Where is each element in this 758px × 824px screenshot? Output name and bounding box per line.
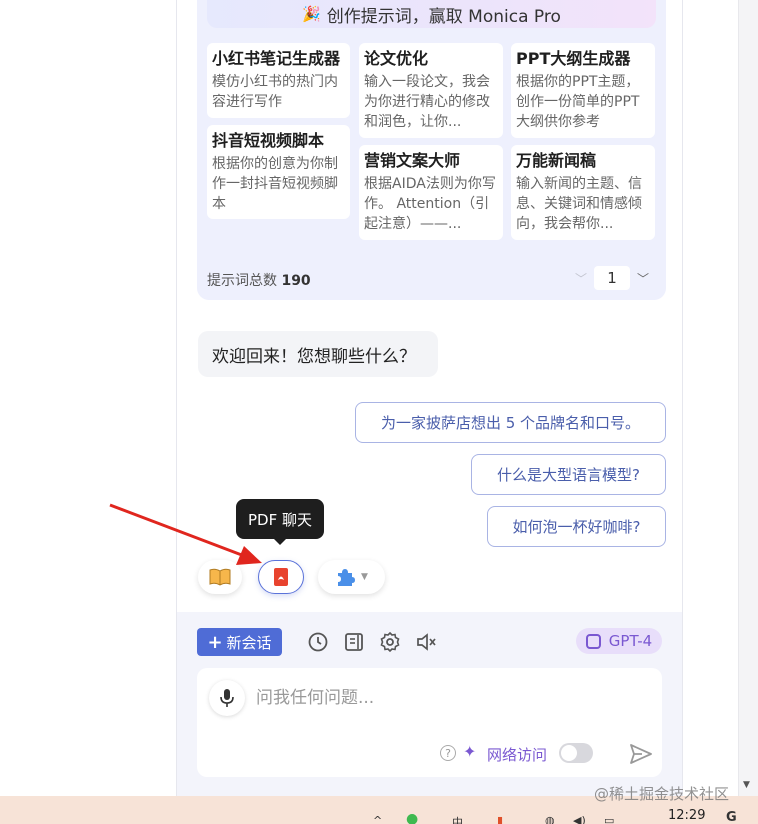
- web-access-toggle[interactable]: [559, 743, 593, 763]
- pdf-chat-button[interactable]: [258, 560, 304, 594]
- plugins-button[interactable]: ▼: [318, 560, 385, 594]
- book-icon: [209, 568, 231, 586]
- clock: 12:29: [668, 808, 706, 823]
- scroll-down-icon[interactable]: ▼: [743, 780, 750, 790]
- wechat-icon[interactable]: ●: [406, 811, 418, 824]
- battery-icon[interactable]: ▭: [604, 814, 614, 824]
- settings-icon[interactable]: [379, 631, 401, 653]
- model-selector[interactable]: GPT-4: [576, 628, 662, 654]
- party-popper-icon: 🎉: [302, 5, 321, 23]
- page-prev-icon[interactable]: ﹀: [574, 271, 588, 286]
- prompt-tile[interactable]: 抖音短视频脚本 根据你的创意为你制作一封抖音短视频脚本: [207, 125, 350, 219]
- prompt-tile-title: 论文优化: [364, 49, 429, 68]
- prompt-count-value: 190: [281, 273, 311, 289]
- prompt-tile-desc: 模仿小红书的热门内容进行写作: [212, 74, 338, 110]
- input-method-icon[interactable]: 中: [452, 814, 463, 824]
- send-icon[interactable]: [629, 743, 653, 765]
- welcome-message: 欢迎回来！您想聊些什么？: [198, 331, 438, 377]
- mute-icon[interactable]: [415, 631, 437, 653]
- help-icon[interactable]: ?: [440, 745, 456, 761]
- prompt-tile[interactable]: 万能新闻稿 输入新闻的主题、信息、关键词和情感倾向，我会帮你...: [511, 145, 655, 240]
- prompt-tile-title: PPT大纲生成器: [516, 49, 631, 68]
- microphone-icon: [220, 689, 234, 707]
- app-tray-icon[interactable]: ▮: [497, 814, 503, 824]
- chevron-down-icon: ▼: [361, 572, 368, 582]
- watermark: @稀土掘金技术社区: [594, 785, 730, 803]
- pdf-chat-tooltip: PDF 聊天: [236, 499, 324, 545]
- page: ▼ 🎉 创作提示词，赢取 Monica Pro 小红书笔记生成器 模仿小红书的热…: [0, 0, 758, 824]
- suggestion-chip[interactable]: 什么是大型语言模型?: [471, 454, 666, 495]
- book-button[interactable]: [198, 560, 242, 594]
- volume-icon[interactable]: ◀): [573, 814, 586, 824]
- prompt-tile-title: 抖音短视频脚本: [212, 131, 325, 150]
- page-next-icon[interactable]: ﹀: [636, 271, 650, 286]
- promo-banner-text: 创作提示词，赢取 Monica Pro: [326, 6, 561, 27]
- notes-icon[interactable]: [343, 631, 365, 653]
- prompt-tile-desc: 根据你的创意为你制作一封抖音短视频脚本: [212, 156, 338, 212]
- prompt-tile-title: 营销文案大师: [364, 151, 461, 170]
- new-chat-button[interactable]: + 新会话: [197, 628, 282, 656]
- prompt-tile-desc: 根据AIDA法则为你写作。 Attention（引起注意）——...: [364, 176, 496, 232]
- web-access-label: 网络访问: [487, 746, 548, 764]
- page-number[interactable]: 1: [594, 266, 630, 290]
- prompt-tile-title: 小红书笔记生成器: [212, 49, 341, 68]
- prompt-tile-desc: 输入新闻的主题、信息、关键词和情感倾向，我会帮你...: [516, 176, 642, 232]
- plus-icon: +: [207, 631, 223, 653]
- puzzle-icon: [338, 569, 356, 586]
- tray-chevron-icon[interactable]: ^: [373, 814, 382, 824]
- new-chat-label: 新会话: [226, 633, 272, 652]
- scrollbar[interactable]: [738, 0, 758, 796]
- panel-right-border: [682, 0, 683, 796]
- prompt-tile[interactable]: PPT大纲生成器 根据你的PPT主题，创作一份简单的PPT大纲供你参考: [511, 43, 655, 138]
- chat-input[interactable]: [256, 684, 646, 712]
- model-label: GPT-4: [608, 632, 653, 650]
- promo-banner[interactable]: 🎉 创作提示词，赢取 Monica Pro: [207, 0, 656, 28]
- sparkle-icon: ✦: [463, 742, 477, 761]
- prompt-tile[interactable]: 营销文案大师 根据AIDA法则为你写作。 Attention（引起注意）——..…: [359, 145, 503, 240]
- history-icon[interactable]: [307, 631, 329, 653]
- suggestion-chip[interactable]: 为一家披萨店想出 5 个品牌名和口号。: [355, 402, 666, 443]
- prompt-tile[interactable]: 论文优化 输入一段论文，我会为你进行精心的修改和润色，让你...: [359, 43, 503, 138]
- prompt-tile-desc: 根据你的PPT主题，创作一份简单的PPT大纲供你参考: [516, 74, 640, 130]
- suggestion-chip[interactable]: 如何泡一杯好咖啡?: [487, 506, 666, 547]
- pdf-icon: [274, 568, 288, 586]
- prompt-count-label: 提示词总数: [207, 273, 277, 289]
- prompt-tile-desc: 输入一段论文，我会为你进行精心的修改和润色，让你...: [364, 74, 490, 130]
- voice-input-button[interactable]: [209, 680, 245, 716]
- network-icon[interactable]: ◍: [545, 814, 555, 824]
- toggle-knob: [561, 745, 577, 761]
- prompt-tile[interactable]: 小红书笔记生成器 模仿小红书的热门内容进行写作: [207, 43, 350, 118]
- prompt-tile-title: 万能新闻稿: [516, 151, 597, 170]
- model-icon: [585, 633, 601, 649]
- prompt-count: 提示词总数 190: [207, 270, 311, 290]
- pager: ﹀ 1 ﹀: [574, 266, 650, 290]
- notification-icon[interactable]: G: [726, 810, 737, 824]
